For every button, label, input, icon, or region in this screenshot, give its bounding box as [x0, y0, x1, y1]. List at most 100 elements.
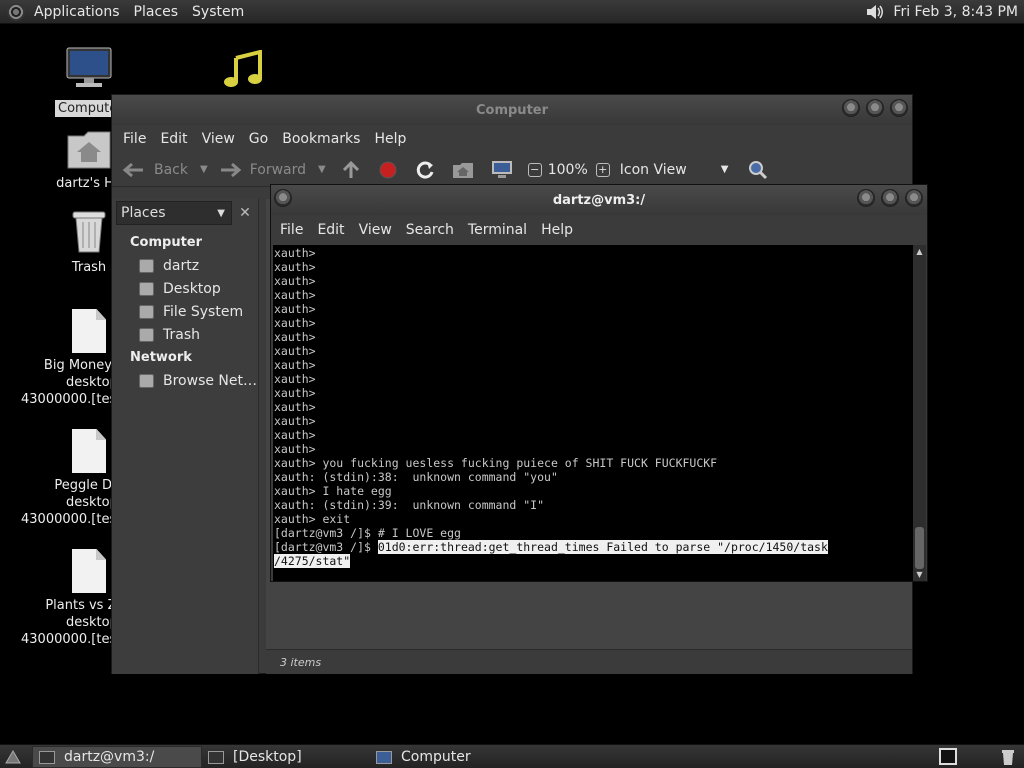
stop-button[interactable]	[378, 160, 398, 180]
desktop-icon	[208, 750, 224, 764]
sidebar-item-dartz[interactable]: dartz	[139, 258, 199, 274]
terminal-line: [dartz@vm3 /]$ # I LOVE egg	[274, 526, 461, 540]
fm-titlebar[interactable]: Computer	[112, 95, 912, 125]
sidebar-section-network: Network	[130, 350, 192, 365]
view-mode-select[interactable]: Icon View ▼	[620, 162, 729, 178]
sidebar-item-desktop[interactable]: Desktop	[139, 281, 221, 297]
menu-view[interactable]: View	[352, 222, 399, 238]
zoom-in-icon: +	[595, 162, 610, 177]
bottom-panel: dartz@vm3:/ [Desktop] Computer	[0, 744, 1024, 768]
sidebar-type-select[interactable]: Places ▼	[116, 201, 232, 225]
terminal-line: xauth>	[274, 386, 316, 400]
close-button[interactable]	[905, 189, 923, 207]
trash-icon[interactable]	[1000, 748, 1016, 766]
places-menu[interactable]: Places	[127, 0, 186, 24]
menu-bookmarks[interactable]: Bookmarks	[275, 131, 367, 147]
show-desktop-icon[interactable]	[4, 749, 22, 765]
minimize-button[interactable]	[857, 189, 875, 207]
menu-file[interactable]: File	[116, 131, 153, 147]
terminal-menubar: File Edit View Search Terminal Help	[271, 215, 927, 245]
sidebar-item-trash[interactable]: Trash	[139, 327, 200, 343]
terminal-line: xauth> I hate egg	[274, 484, 392, 498]
scroll-down-icon[interactable]: ▼	[915, 570, 924, 579]
sidebar-close-button[interactable]: ✕	[234, 201, 256, 225]
back-button[interactable]: Back ▼	[122, 161, 208, 179]
applications-menu[interactable]: Applications	[27, 0, 127, 24]
back-label: Back	[154, 161, 188, 178]
computer-button[interactable]	[490, 160, 514, 180]
forward-button[interactable]: Forward ▼	[218, 161, 326, 179]
panel-clock[interactable]: Fri Feb 3, 8:43 PM	[893, 4, 1018, 20]
terminal-line: xauth>	[274, 330, 316, 344]
sidebar-header-label: Places	[121, 205, 166, 221]
desktop-icon-music[interactable]	[222, 49, 266, 95]
home-folder-icon	[67, 131, 111, 169]
system-menu[interactable]: System	[185, 0, 251, 24]
terminal-line: xauth> exit	[274, 512, 351, 526]
menu-view[interactable]: View	[195, 131, 242, 147]
taskbar-terminal[interactable]: dartz@vm3:/	[32, 746, 202, 768]
fm-window-title: Computer	[475, 102, 549, 118]
distro-logo-icon[interactable]	[7, 2, 25, 21]
close-button[interactable]	[890, 99, 908, 117]
fm-status-bar: 3 items	[266, 649, 912, 674]
terminal-scrollbar[interactable]: ▲ ▼	[913, 245, 926, 581]
terminal-lines: xauth> xauth> xauth> xauth> xauth> xauth> xaut…	[273, 245, 913, 568]
volume-icon[interactable]	[865, 3, 885, 21]
trash-icon	[139, 328, 154, 342]
forward-arrow-icon	[220, 162, 242, 177]
home-button[interactable]	[452, 160, 474, 180]
terminal-line: xauth>	[274, 302, 316, 316]
terminal-output[interactable]: xauth> xauth> xauth> xauth> xauth> xauth> xaut…	[273, 245, 913, 581]
zoom-in-button[interactable]: +	[595, 162, 610, 177]
reload-button[interactable]	[414, 160, 436, 180]
up-button[interactable]	[340, 160, 362, 180]
computer-icon	[66, 47, 112, 87]
sidebar-item-label: dartz	[163, 258, 200, 274]
home-icon	[452, 162, 473, 178]
window-menu-button[interactable]	[274, 189, 292, 207]
menu-go[interactable]: Go	[242, 131, 275, 147]
search-button[interactable]	[748, 160, 768, 180]
menu-search[interactable]: Search	[399, 222, 461, 238]
maximize-button[interactable]	[881, 189, 899, 207]
network-icon	[139, 374, 154, 388]
terminal-line: xauth>	[274, 246, 316, 260]
terminal-titlebar[interactable]: dartz@vm3:/	[271, 185, 927, 215]
terminal-line: xauth: (stdin):39: unknown command "I"	[274, 498, 545, 512]
menu-terminal[interactable]: Terminal	[461, 222, 534, 238]
menu-file[interactable]: File	[273, 222, 310, 238]
selected-text: /4275/stat"	[274, 554, 351, 568]
desktop-screen: Applications Places System Fri Feb 3, 8:…	[0, 0, 1024, 768]
terminal-line: xauth>	[274, 358, 316, 372]
scrollbar-thumb[interactable]	[915, 527, 924, 569]
taskbar-desktop[interactable]: [Desktop]	[202, 746, 372, 768]
menu-help[interactable]: Help	[367, 131, 413, 147]
menu-edit[interactable]: Edit	[310, 222, 351, 238]
chevron-down-icon[interactable]: ▼	[200, 164, 208, 175]
sidebar-item-label: Trash	[163, 327, 200, 343]
chevron-down-icon[interactable]: ▼	[318, 164, 326, 175]
desktop-folder-icon	[139, 282, 154, 296]
top-panel: Applications Places System Fri Feb 3, 8:…	[0, 0, 1024, 24]
terminal-line: xauth: (stdin):38: unknown command "you"	[274, 470, 558, 484]
chevron-down-icon: ▼	[720, 164, 729, 175]
terminal-line: xauth>	[274, 372, 316, 386]
minimize-button[interactable]	[842, 99, 860, 117]
zoom-out-button[interactable]: −	[527, 162, 542, 177]
terminal-line: xauth> you fucking uesless fucking puiec…	[274, 456, 718, 470]
menu-help[interactable]: Help	[534, 222, 580, 238]
computer-icon	[376, 750, 392, 764]
up-arrow-icon	[342, 160, 359, 178]
workspace-switcher-icon[interactable]	[939, 748, 957, 765]
sidebar-item-file-system[interactable]: File System	[139, 304, 243, 320]
scroll-up-icon[interactable]: ▲	[915, 247, 924, 256]
taskbar-computer[interactable]: Computer	[370, 746, 540, 768]
menu-edit[interactable]: Edit	[153, 131, 194, 147]
maximize-button[interactable]	[866, 99, 884, 117]
sidebar-item-browse-network[interactable]: Browse Net…	[139, 373, 257, 389]
terminal-line-selected: [dartz@vm3 /]$ 01d0:err:thread:get_threa…	[274, 540, 913, 554]
terminal-line: xauth>	[274, 288, 316, 302]
places-sidebar: Places ▼ ✕ Computer dartz Desktop File S…	[112, 199, 259, 674]
terminal-line: xauth>	[274, 400, 316, 414]
